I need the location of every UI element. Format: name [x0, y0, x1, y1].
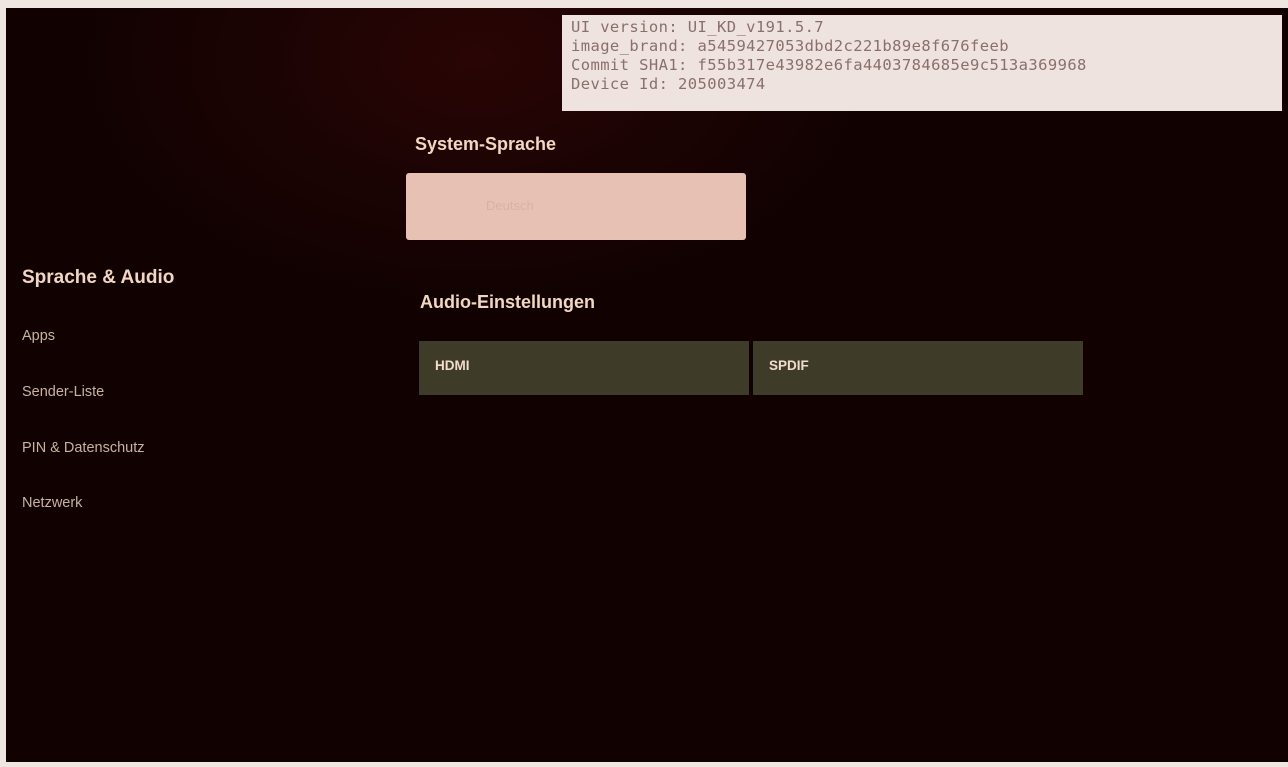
sidebar-item-sprache-audio[interactable]: Sprache & Audio [22, 267, 174, 289]
hdmi-label: HDMI [435, 358, 470, 373]
ui-version-text: UI version: UI_KD_v191.5.7 [571, 18, 825, 36]
spdif-button[interactable]: SPDIF [753, 341, 1083, 395]
device-id-text: Device Id: 205003474 [571, 75, 766, 93]
tv-screen: UI version: UI_KD_v191.5.7 image_brand: … [6, 8, 1288, 762]
system-language-title: System-Sprache [415, 134, 557, 154]
spdif-label: SPDIF [769, 358, 809, 373]
hdmi-button[interactable]: HDMI [419, 341, 749, 395]
sidebar-item-apps[interactable]: Apps [22, 328, 55, 344]
sidebar-item-pin-datenschutz[interactable]: PIN & Datenschutz [22, 440, 145, 456]
sidebar-item-sender-liste[interactable]: Sender-Liste [22, 384, 104, 400]
system-language-value: Deutsch [486, 198, 534, 213]
commit-sha-text: Commit SHA1: f55b317e43982e6fa4403784685… [571, 56, 1087, 74]
system-language-select[interactable]: Deutsch [406, 173, 746, 240]
image-brand-text: image_brand: a5459427053dbd2c221b89e8f67… [571, 37, 1009, 55]
sidebar-item-netzwerk[interactable]: Netzwerk [22, 495, 82, 511]
debug-info-panel: UI version: UI_KD_v191.5.7 image_brand: … [562, 15, 1282, 111]
audio-settings-title: Audio-Einstellungen [420, 292, 595, 312]
